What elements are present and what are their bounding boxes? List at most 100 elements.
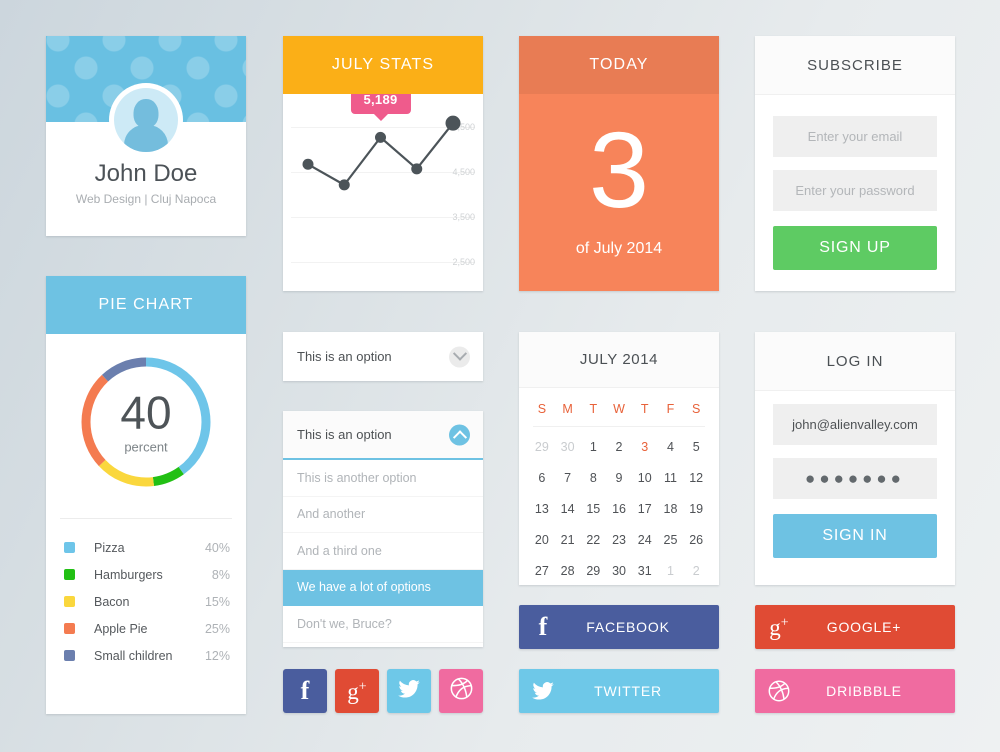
pie-chart-title: PIE CHART — [46, 276, 246, 334]
calendar-day[interactable]: 11 — [658, 463, 684, 494]
calendar-day-today[interactable]: 3 — [632, 432, 658, 463]
dropdown-open[interactable]: This is an option This is another option… — [283, 411, 483, 647]
subscribe-card: SUBSCRIBE Enter your email Enter your pa… — [755, 36, 955, 291]
dropdown-option[interactable]: We have a lot of options — [283, 569, 483, 606]
calendar-day[interactable]: 9 — [606, 463, 632, 494]
dropdown-closed[interactable]: This is an option — [283, 332, 483, 381]
dropdown-option[interactable]: Don't we, Bruce? — [283, 606, 483, 643]
donut-chart: 40 percent — [76, 352, 216, 492]
dribbble-button[interactable]: DRIBBBLE — [755, 669, 955, 713]
avatar-body-shape — [124, 125, 168, 152]
sign-up-button[interactable]: SIGN UP — [773, 226, 937, 270]
calendar-day[interactable]: 5 — [683, 432, 709, 463]
calendar-day[interactable]: 29 — [580, 556, 606, 587]
dropdown-option-list[interactable]: This is another option And another And a t… — [283, 460, 483, 643]
line-data-point[interactable] — [375, 131, 386, 143]
facebook-button-label: FACEBOOK — [586, 619, 670, 635]
calendar-day[interactable]: 22 — [580, 525, 606, 556]
dropdown-open-header[interactable]: This is an option — [283, 411, 483, 460]
dropdown-option[interactable]: And another — [283, 497, 483, 533]
line-data-point[interactable] — [445, 115, 461, 131]
calendar-day[interactable]: 26 — [683, 525, 709, 556]
legend-row: Apple Pie 25% — [64, 615, 230, 642]
calendar-day[interactable]: 14 — [555, 494, 581, 525]
pie-center-unit: percent — [124, 439, 168, 455]
login-card: LOG IN john@alienvalley.com ●●●●●●● SIGN… — [755, 332, 955, 585]
calendar-week-row: 20 21 22 23 24 25 26 — [529, 525, 709, 556]
legend-row: Small children 12% — [64, 642, 230, 669]
calendar-day[interactable]: 4 — [658, 432, 684, 463]
calendar-day[interactable]: 27 — [529, 556, 555, 587]
dropdown-open-selected-row[interactable]: This is an option — [283, 411, 483, 458]
subscribe-email-input[interactable]: Enter your email — [773, 116, 937, 157]
dropdown-selected-row[interactable]: This is an option — [283, 332, 483, 381]
calendar-weekday: T — [640, 402, 649, 416]
googleplus-button-label: GOOGLE+ — [826, 619, 902, 635]
sign-in-button[interactable]: SIGN IN — [773, 514, 937, 558]
dribbble-icon-button[interactable] — [439, 669, 483, 713]
calendar-day[interactable]: 13 — [529, 494, 555, 525]
googleplus-button[interactable]: g+ GOOGLE+ — [755, 605, 955, 649]
today-title: TODAY — [519, 36, 719, 94]
calendar-weeks[interactable]: 29 30 1 2 3 4 5 6 7 8 9 10 11 12 13 14 15 16 17 18 19 20 21 22 2… — [529, 432, 709, 587]
legend-percent: 40% — [204, 540, 230, 555]
calendar-day[interactable]: 15 — [580, 494, 606, 525]
line-data-point[interactable] — [411, 163, 423, 175]
calendar-day[interactable]: 18 — [658, 494, 684, 525]
chevron-up-icon[interactable] — [449, 424, 470, 445]
calendar-day[interactable]: 20 — [529, 525, 555, 556]
calendar-day[interactable]: 10 — [632, 463, 658, 494]
calendar-day[interactable]: 12 — [683, 463, 709, 494]
dribbble-button-label: DRIBBBLE — [826, 683, 902, 699]
calendar-day[interactable]: 31 — [632, 556, 658, 587]
calendar-day[interactable]: 29 — [529, 432, 555, 463]
calendar-day[interactable]: 28 — [555, 556, 581, 587]
login-email-input[interactable]: john@alienvalley.com — [773, 404, 937, 445]
facebook-icon-button[interactable]: f — [283, 669, 327, 713]
legend-percent: 15% — [204, 594, 230, 609]
calendar-day[interactable]: 2 — [683, 556, 709, 587]
dribbble-icon — [450, 677, 473, 705]
calendar-weekday: F — [666, 402, 675, 416]
facebook-button[interactable]: f FACEBOOK — [519, 605, 719, 649]
legend-swatch — [64, 623, 75, 634]
facebook-icon: f — [300, 676, 310, 705]
profile-card: John Doe Web Design | Cluj Napoca — [46, 36, 246, 236]
legend-percent: 12% — [204, 648, 230, 663]
googleplus-icon: g+ — [769, 614, 789, 640]
calendar-day[interactable]: 7 — [555, 463, 581, 494]
calendar-weekday: S — [537, 402, 547, 416]
dropdown-option[interactable]: This is another option — [283, 460, 483, 497]
calendar-day[interactable]: 1 — [580, 432, 606, 463]
line-data-point[interactable] — [302, 158, 314, 170]
profile-name: John Doe — [94, 160, 198, 187]
calendar-day[interactable]: 17 — [632, 494, 658, 525]
dropdown-option[interactable]: And a third one — [283, 533, 483, 570]
calendar-day[interactable]: 16 — [606, 494, 632, 525]
calendar-day[interactable]: 21 — [555, 525, 581, 556]
legend-label: Small children — [94, 648, 173, 663]
legend-percent: 8% — [211, 567, 230, 582]
dropdown-open-selected-label: This is an option — [297, 427, 392, 442]
chevron-down-icon[interactable] — [449, 346, 470, 367]
calendar-day[interactable]: 2 — [606, 432, 632, 463]
calendar-day[interactable]: 23 — [606, 525, 632, 556]
calendar-day[interactable]: 1 — [658, 556, 684, 587]
twitter-icon-button[interactable] — [387, 669, 431, 713]
subscribe-password-input[interactable]: Enter your password — [773, 170, 937, 211]
calendar-day[interactable]: 19 — [683, 494, 709, 525]
login-password-input[interactable]: ●●●●●●● — [773, 458, 937, 499]
legend-row: Hamburgers 8% — [64, 561, 230, 588]
social-icon-row: f g+ — [283, 669, 483, 713]
googleplus-icon-button[interactable]: g+ — [335, 669, 379, 713]
line-data-point[interactable] — [338, 179, 350, 191]
calendar-week-row: 6 7 8 9 10 11 12 — [529, 463, 709, 494]
calendar-day[interactable]: 25 — [658, 525, 684, 556]
calendar-day[interactable]: 24 — [632, 525, 658, 556]
calendar-day[interactable]: 8 — [580, 463, 606, 494]
user-avatar-icon — [114, 88, 178, 152]
calendar-day[interactable]: 30 — [555, 432, 581, 463]
twitter-button[interactable]: TWITTER — [519, 669, 719, 713]
calendar-day[interactable]: 30 — [606, 556, 632, 587]
calendar-day[interactable]: 6 — [529, 463, 555, 494]
